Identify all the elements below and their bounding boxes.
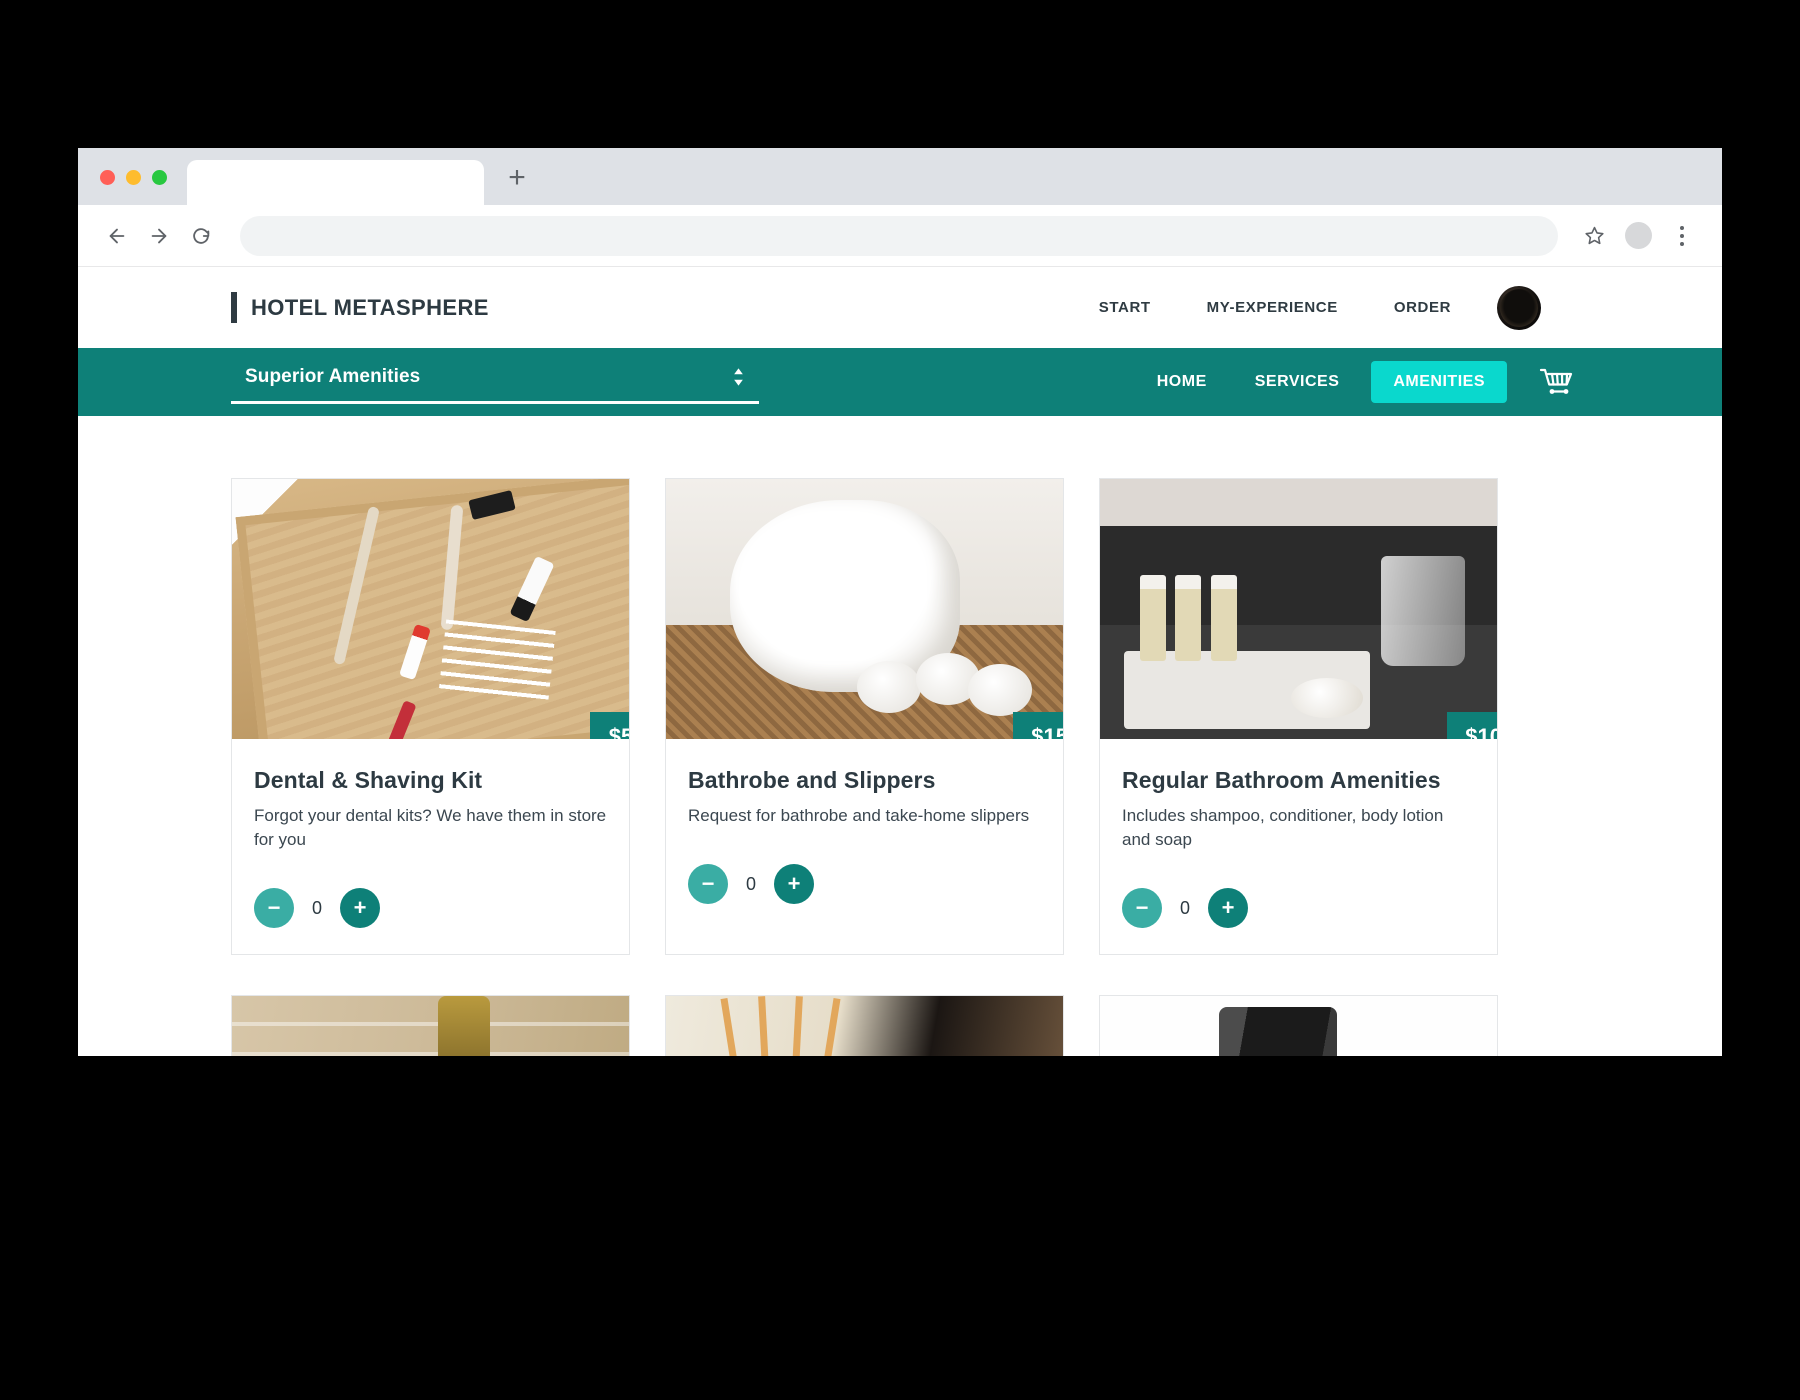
- brand-logo[interactable]: HOTEL METASPHERE: [231, 292, 489, 323]
- browser-tab-strip: +: [78, 148, 1722, 205]
- nav-tab-services[interactable]: SERVICES: [1231, 373, 1364, 391]
- site-header: HOTEL METASPHERE START MY-EXPERIENCE ORD…: [78, 267, 1722, 348]
- decrease-quantity-button[interactable]: −: [254, 888, 294, 929]
- price-badge: $5: [590, 712, 629, 739]
- increase-quantity-button[interactable]: +: [1208, 888, 1249, 929]
- decrease-quantity-button[interactable]: −: [688, 864, 728, 905]
- window-traffic-lights: [78, 170, 167, 205]
- product-card[interactable]: $10 Regular Bathroom Amenities Includes …: [1099, 478, 1498, 956]
- product-card[interactable]: [665, 995, 1064, 1056]
- screenshot-root: + HOTEL METASPHERE START MY-EXPERIENCE O…: [0, 0, 1800, 1400]
- product-image: $5: [232, 479, 629, 739]
- forward-arrow-icon[interactable]: [138, 215, 180, 257]
- product-description: Request for bathrobe and take-home slipp…: [688, 806, 1030, 825]
- maximize-window-button[interactable]: [152, 170, 167, 185]
- chevron-updown-icon: [732, 366, 745, 388]
- user-avatar[interactable]: [1497, 285, 1541, 330]
- increase-quantity-button[interactable]: +: [774, 864, 815, 905]
- brand-bar-icon: [231, 292, 237, 323]
- price-badge: $10: [1447, 712, 1497, 739]
- product-grid: $5 Dental & Shaving Kit Forgot your dent…: [231, 478, 1498, 1056]
- three-dot-menu-icon[interactable]: [1660, 214, 1704, 258]
- new-tab-button[interactable]: +: [494, 155, 540, 201]
- product-description: Forgot your dental kits? We have them in…: [254, 806, 607, 850]
- top-navigation: START MY-EXPERIENCE ORDER: [1071, 285, 1541, 330]
- quantity-value: 0: [746, 873, 757, 894]
- product-image: $10: [1100, 479, 1497, 739]
- star-icon[interactable]: [1572, 214, 1616, 258]
- product-body: Dental & Shaving Kit Forgot your dental …: [232, 739, 629, 852]
- product-body: Regular Bathroom Amenities Includes sham…: [1100, 739, 1497, 852]
- product-image: $15: [666, 479, 1063, 739]
- price-badge: $15: [1013, 712, 1063, 739]
- nav-link-order[interactable]: ORDER: [1366, 299, 1479, 316]
- minimize-window-button[interactable]: [126, 170, 141, 185]
- browser-toolbar: [78, 205, 1722, 267]
- category-select-wrapper[interactable]: Superior Amenities: [231, 360, 759, 404]
- quantity-stepper: − 0 +: [666, 828, 1063, 930]
- nav-tab-home[interactable]: HOME: [1133, 373, 1231, 391]
- decrease-quantity-button[interactable]: −: [1122, 888, 1162, 929]
- nav-link-my-experience[interactable]: MY-EXPERIENCE: [1179, 299, 1366, 316]
- product-title: Bathrobe and Slippers: [688, 767, 936, 793]
- product-card[interactable]: $15 Bathrobe and Slippers Request for ba…: [665, 478, 1064, 956]
- product-body: Bathrobe and Slippers Request for bathro…: [666, 739, 1063, 828]
- product-description: Includes shampoo, conditioner, body loti…: [1122, 806, 1444, 850]
- product-card[interactable]: [1099, 995, 1498, 1056]
- nav-link-start[interactable]: START: [1071, 299, 1179, 316]
- quantity-value: 0: [1180, 897, 1191, 918]
- product-image: [666, 996, 1063, 1056]
- product-card[interactable]: $5 Dental & Shaving Kit Forgot your dent…: [231, 478, 630, 956]
- product-grid-area: $5 Dental & Shaving Kit Forgot your dent…: [78, 416, 1722, 1056]
- quantity-value: 0: [312, 897, 323, 918]
- increase-quantity-button[interactable]: +: [340, 888, 381, 929]
- category-nav-bar: Superior Amenities HOME SERVICES AMENITI…: [78, 348, 1722, 416]
- category-select[interactable]: Superior Amenities: [231, 360, 759, 404]
- product-card[interactable]: [231, 995, 630, 1056]
- quantity-stepper: − 0 +: [232, 852, 629, 954]
- quantity-stepper: − 0 +: [1100, 852, 1497, 954]
- browser-window: + HOTEL METASPHERE START MY-EXPERIENCE O…: [78, 148, 1722, 1056]
- product-title: Regular Bathroom Amenities: [1122, 767, 1441, 793]
- reload-icon[interactable]: [180, 215, 222, 257]
- close-window-button[interactable]: [100, 170, 115, 185]
- profile-avatar-icon[interactable]: [1616, 214, 1660, 258]
- web-page: HOTEL METASPHERE START MY-EXPERIENCE ORD…: [78, 267, 1722, 1056]
- category-select-value: Superior Amenities: [245, 365, 421, 387]
- product-title: Dental & Shaving Kit: [254, 767, 483, 793]
- address-bar-input[interactable]: [240, 215, 1558, 256]
- main-navigation: HOME SERVICES AMENITIES: [1133, 361, 1575, 403]
- nav-tab-amenities[interactable]: AMENITIES: [1371, 361, 1507, 403]
- product-image: [232, 996, 629, 1056]
- brand-name: HOTEL METASPHERE: [251, 294, 489, 320]
- product-image: [1100, 996, 1497, 1056]
- back-arrow-icon[interactable]: [96, 215, 138, 257]
- browser-tab[interactable]: [187, 160, 484, 205]
- shopping-cart-icon[interactable]: [1539, 366, 1575, 398]
